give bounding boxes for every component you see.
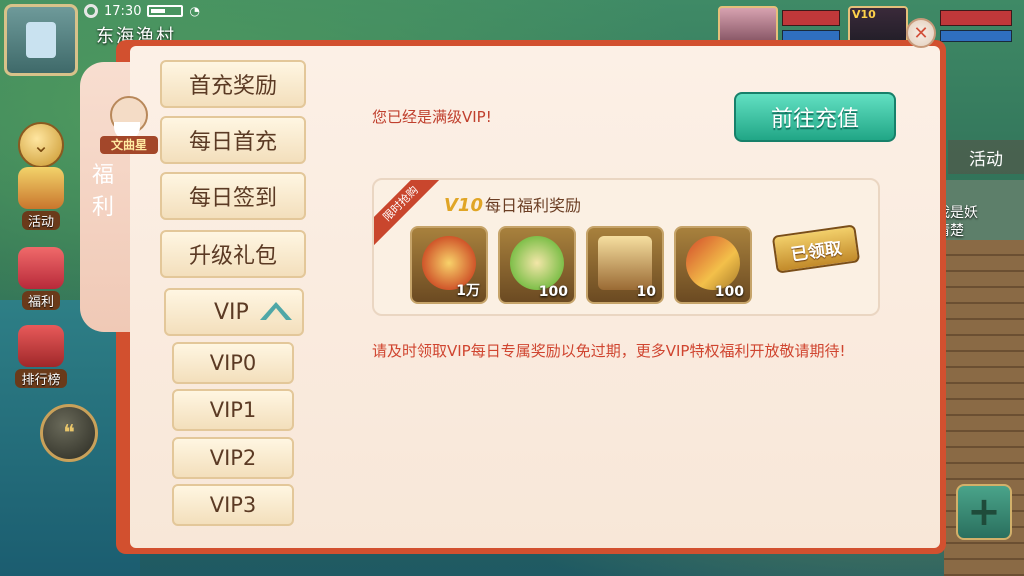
sidebar-item-label: 排行榜 [15, 369, 67, 388]
battery-icon [147, 5, 184, 17]
reward-item[interactable]: 10 [586, 226, 664, 304]
ranking-icon [18, 325, 64, 367]
vip-group-label: VIP [214, 299, 249, 325]
sprout-icon [510, 236, 564, 290]
recharge-button[interactable]: 前往充值 [734, 92, 896, 142]
menu-daily-first-recharge[interactable]: 每日首充 [160, 116, 306, 164]
item-quantity: 1万 [456, 283, 480, 299]
chevron-down-icon: ⌄ [32, 133, 50, 157]
menu-vip1[interactable]: VIP1 [172, 389, 294, 431]
plus-button[interactable]: + [956, 484, 1012, 540]
menu-vip-group[interactable]: VIP [164, 288, 304, 336]
chest-icon [598, 236, 652, 290]
sage-character: 文曲星 [100, 92, 158, 160]
chat-button[interactable]: ❝ [40, 404, 98, 462]
horn-icon [18, 167, 64, 209]
map-button[interactable] [4, 4, 78, 76]
clock: 17:30 [104, 3, 142, 19]
reward-title: V10 每日福利奖励 [444, 192, 581, 216]
plus-icon: + [967, 489, 1001, 535]
right-activity-tab[interactable]: 活动 [948, 140, 1024, 174]
menu-first-recharge[interactable]: 首充奖励 [160, 60, 306, 108]
sidebar-item-label: 活动 [21, 211, 60, 230]
sidebar-item-label: 福利 [21, 291, 60, 310]
status-bar: 17:30 ◔ [84, 0, 234, 22]
sidebar-item-activity[interactable]: 活动 [8, 160, 74, 230]
menu-daily-checkin[interactable]: 每日签到 [160, 172, 306, 220]
player-hp-bar [940, 10, 1012, 26]
sidebar-item-ranking[interactable]: 排行榜 [8, 318, 74, 388]
scroll-map-icon [26, 22, 56, 58]
text-line: 清楚 [936, 223, 964, 239]
gear-icon[interactable] [84, 4, 98, 18]
vip-mini-badge: V10 [852, 8, 876, 21]
sidebar-item-welfare[interactable]: 福利 [8, 240, 74, 310]
right-partial-text: 我是妖 清楚 [936, 204, 1024, 240]
menu-level-gift[interactable]: 升级礼包 [160, 230, 306, 278]
text-line: 我是妖 [936, 205, 978, 221]
notice-text: 请及时领取VIP每日专属奖励以免过期，更多VIP特权福利开放敬请期待! [372, 342, 846, 360]
reward-item[interactable]: 100 [674, 226, 752, 304]
player-mp-bar [940, 30, 1012, 42]
wifi-icon: ◔ [189, 4, 200, 18]
close-icon: ✕ [913, 22, 929, 44]
reward-title-text: 每日福利奖励 [484, 196, 581, 215]
item-quantity: 100 [714, 284, 744, 300]
menu-vip0[interactable]: VIP0 [172, 342, 294, 384]
panel-title: 福利 [91, 163, 114, 220]
gift-icon [18, 247, 64, 289]
menu-vip3[interactable]: VIP3 [172, 484, 294, 526]
claimed-stamp: 已领取 [771, 224, 861, 274]
item-quantity: 100 [538, 284, 568, 300]
character-tag: 文曲星 [100, 136, 158, 154]
daily-reward-card: 限时抢购 V10 每日福利奖励 1万 100 10 100 已领取 [372, 178, 880, 316]
vip-level-badge: V10 [444, 195, 483, 216]
menu-vip2[interactable]: VIP2 [172, 437, 294, 479]
chevron-up-icon [260, 302, 292, 320]
reward-item[interactable]: 100 [498, 226, 576, 304]
close-button[interactable]: ✕ [906, 18, 936, 48]
staff-icon [686, 236, 740, 290]
speech-bubble-icon: ❝ [63, 420, 75, 446]
companion-hp-bar [782, 10, 840, 26]
item-quantity: 10 [636, 284, 656, 300]
max-vip-message: 您已经是满级VIP! [372, 108, 492, 126]
reward-item[interactable]: 1万 [410, 226, 488, 304]
